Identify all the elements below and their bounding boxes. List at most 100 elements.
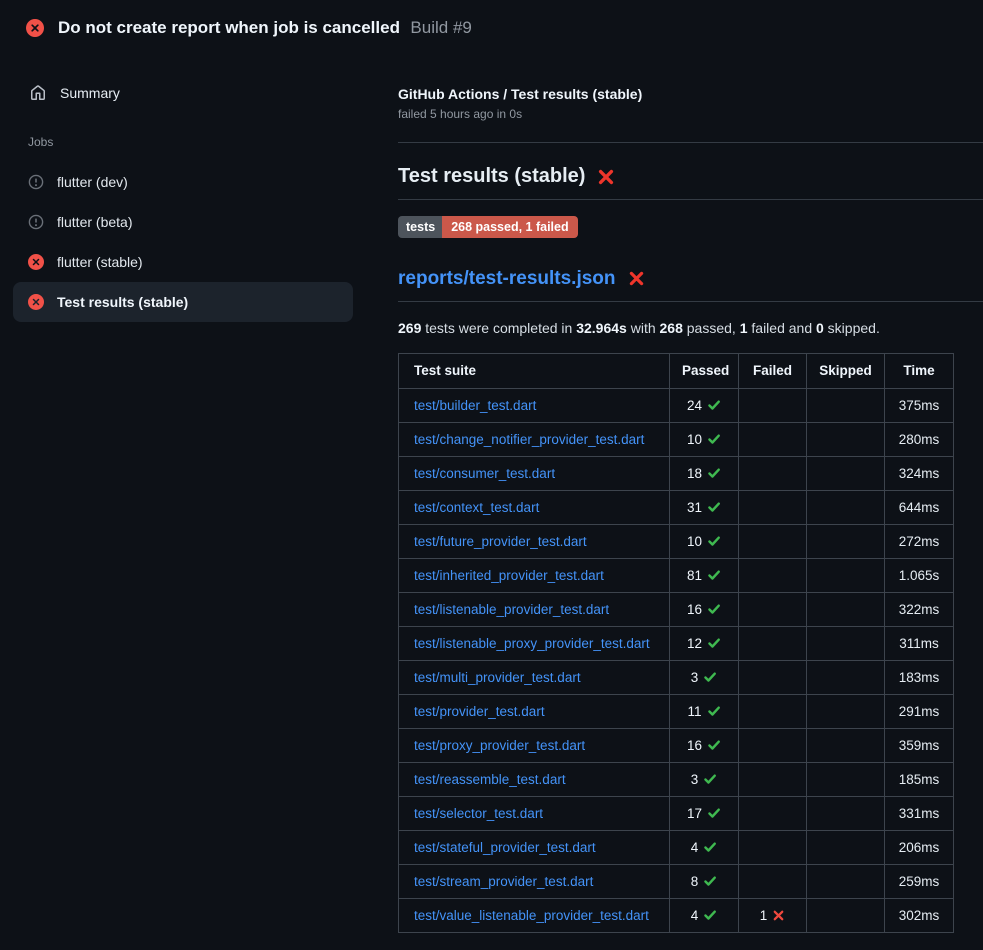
cell-failed: [739, 728, 807, 762]
check-icon: [707, 636, 721, 650]
table-row: test/multi_provider_test.dart3183ms: [399, 660, 954, 694]
test-suite-link[interactable]: test/listenable_provider_test.dart: [414, 602, 609, 617]
cross-icon: [772, 909, 785, 922]
cell-passed: 31: [670, 490, 739, 524]
test-suite-link[interactable]: test/builder_test.dart: [414, 398, 536, 413]
cell-passed: 16: [670, 592, 739, 626]
cell-skipped: [807, 762, 885, 796]
cell-failed: [739, 796, 807, 830]
section-heading: Test results (stable): [398, 165, 983, 200]
summary-time: 32.964s: [576, 320, 627, 336]
cell-skipped: [807, 694, 885, 728]
cell-test-suite: test/stateful_provider_test.dart: [399, 830, 670, 864]
cell-test-suite: test/provider_test.dart: [399, 694, 670, 728]
test-suite-link[interactable]: test/reassemble_test.dart: [414, 772, 566, 787]
cell-skipped: [807, 490, 885, 524]
cell-failed: [739, 524, 807, 558]
cell-failed: [739, 388, 807, 422]
cell-time: 291ms: [885, 694, 954, 728]
cell-time: 302ms: [885, 898, 954, 932]
cell-passed: 4: [670, 898, 739, 932]
table-row: test/listenable_provider_test.dart 16 322m…: [399, 592, 954, 626]
cell-skipped: [807, 592, 885, 626]
col-passed: Passed: [670, 353, 739, 388]
test-suite-link[interactable]: test/consumer_test.dart: [414, 466, 555, 481]
job-label: flutter (stable): [57, 254, 143, 270]
test-suite-link[interactable]: test/context_test.dart: [414, 500, 539, 515]
section-title: Test results (stable): [398, 165, 585, 188]
breadcrumb: GitHub Actions / Test results (stable): [398, 86, 983, 102]
test-suite-link[interactable]: test/change_notifier_provider_test.dart: [414, 432, 644, 447]
cell-failed: [739, 626, 807, 660]
table-header-row: Test suite Passed Failed Skipped Time: [399, 353, 954, 388]
report-title-link[interactable]: reports/test-results.json: [398, 268, 616, 290]
cell-passed: 11: [670, 694, 739, 728]
test-suite-link[interactable]: test/future_provider_test.dart: [414, 534, 587, 549]
test-suite-link[interactable]: test/provider_test.dart: [414, 704, 545, 719]
cell-passed: 12: [670, 626, 739, 660]
sidebar-item-flutter-dev[interactable]: flutter (dev): [0, 162, 366, 202]
tests-badge: tests 268 passed, 1 failed: [398, 216, 578, 238]
cell-passed: 10: [670, 422, 739, 456]
cell-test-suite: test/change_notifier_provider_test.dart: [399, 422, 670, 456]
check-icon: [707, 500, 721, 514]
test-suite-link[interactable]: test/inherited_provider_test.dart: [414, 568, 604, 583]
table-row: test/inherited_provider_test.dart811.065…: [399, 558, 954, 592]
check-icon: [707, 534, 721, 548]
test-suite-link[interactable]: test/multi_provider_test.dart: [414, 670, 581, 685]
sidebar-item-test-results-stable[interactable]: Test results (stable): [13, 282, 353, 322]
table-row: test/consumer_test.dart18324ms: [399, 456, 954, 490]
job-label: Test results (stable): [57, 294, 188, 310]
table-row: test/builder_test.dart 24 375ms: [399, 388, 954, 422]
test-suite-link[interactable]: test/stateful_provider_test.dart: [414, 840, 596, 855]
page-header: Do not create report when job is cancell…: [0, 0, 983, 38]
cell-skipped: [807, 864, 885, 898]
neutral-circle-icon: [28, 214, 44, 230]
table-row: test/listenable_proxy_provider_test.dart…: [399, 626, 954, 660]
cell-time: 375ms: [885, 388, 954, 422]
cell-test-suite: test/future_provider_test.dart: [399, 524, 670, 558]
cell-test-suite: test/builder_test.dart: [399, 388, 670, 422]
summary-line: 269 tests were completed in 32.964s with…: [398, 320, 983, 336]
cell-passed: 24: [670, 388, 739, 422]
cell-time: 183ms: [885, 660, 954, 694]
cell-failed: 1: [739, 898, 807, 932]
job-label: flutter (dev): [57, 174, 128, 190]
cell-skipped: [807, 796, 885, 830]
cell-skipped: [807, 728, 885, 762]
test-suite-link[interactable]: test/proxy_provider_test.dart: [414, 738, 585, 753]
cell-passed: 4: [670, 830, 739, 864]
cell-failed: [739, 660, 807, 694]
cell-failed: [739, 490, 807, 524]
test-suite-link[interactable]: test/stream_provider_test.dart: [414, 874, 593, 889]
cell-time: 185ms: [885, 762, 954, 796]
sidebar-item-flutter-beta[interactable]: flutter (beta): [0, 202, 366, 242]
cell-time: 259ms: [885, 864, 954, 898]
report-heading[interactable]: reports/test-results.json: [398, 268, 983, 302]
header-divider: [398, 142, 983, 143]
check-icon: [707, 432, 721, 446]
cell-skipped: [807, 388, 885, 422]
sidebar-item-summary[interactable]: Summary: [0, 80, 366, 106]
cell-test-suite: test/stream_provider_test.dart: [399, 864, 670, 898]
cell-passed: 10: [670, 524, 739, 558]
cell-time: 322ms: [885, 592, 954, 626]
cell-test-suite: test/multi_provider_test.dart: [399, 660, 670, 694]
cell-skipped: [807, 830, 885, 864]
cell-test-suite: test/value_listenable_provider_test.dart: [399, 898, 670, 932]
test-suite-link[interactable]: test/value_listenable_provider_test.dart: [414, 908, 649, 923]
cell-failed: [739, 864, 807, 898]
cell-failed: [739, 592, 807, 626]
table-row: test/stream_provider_test.dart8259ms: [399, 864, 954, 898]
test-suite-link[interactable]: test/listenable_proxy_provider_test.dart: [414, 636, 650, 651]
check-icon: [707, 738, 721, 752]
cell-skipped: [807, 524, 885, 558]
cell-failed: [739, 422, 807, 456]
test-suite-link[interactable]: test/selector_test.dart: [414, 806, 543, 821]
failed-cross-icon: [628, 270, 645, 287]
run-meta: failed 5 hours ago in 0s: [398, 107, 983, 121]
summary-text: passed,: [683, 320, 740, 336]
sidebar-summary-label: Summary: [60, 85, 120, 101]
table-row: test/stateful_provider_test.dart4206ms: [399, 830, 954, 864]
sidebar-item-flutter-stable[interactable]: flutter (stable): [0, 242, 366, 282]
